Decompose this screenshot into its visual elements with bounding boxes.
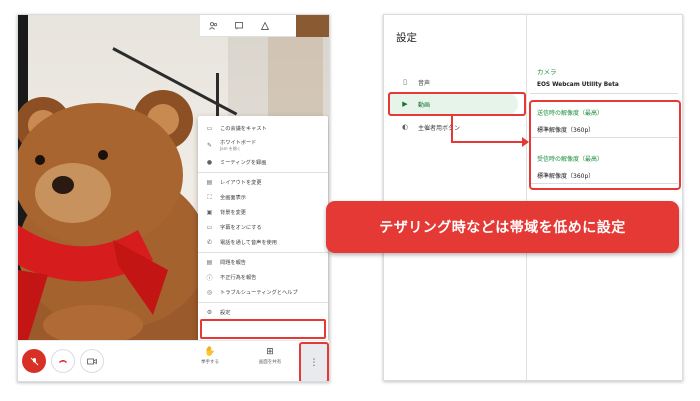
menu-item-whiteboard[interactable]: ✎ ホワイトボード Jam を開く — [198, 136, 328, 155]
menu-item-troubleshoot[interactable]: ◎ トラブルシューティングとヘルプ — [198, 285, 328, 300]
field-underline — [530, 93, 678, 94]
menu-item-label: 字幕をオンにする — [220, 225, 262, 231]
speaker-icon: ▯ — [403, 78, 407, 86]
video-feed: ▭ この会議をキャスト ✎ ホワイトボード Jam を開く ● ミーティングを録画 ▤ レ… — [18, 15, 329, 340]
self-view-thumbnail[interactable] — [296, 15, 329, 37]
hand-icon: ✋ — [204, 347, 216, 357]
menu-item-record[interactable]: ● ミーティングを録画 — [198, 155, 328, 170]
camera-select[interactable]: EOS Webcam Utility Beta — [537, 82, 619, 88]
menu-item-label: 不正行為を報告 — [220, 275, 257, 281]
settings-icon: ⚙ — [206, 309, 213, 316]
present-label: 画面を共有 — [258, 360, 282, 365]
menu-divider — [198, 172, 328, 173]
menu-divider — [198, 252, 328, 253]
cast-icon: ▭ — [206, 125, 213, 132]
mic-off-icon — [30, 357, 38, 365]
menu-item-label: 全画面表示 — [220, 195, 246, 201]
menu-divider — [198, 302, 328, 303]
menu-item-label: 電話を通して音声を使用 — [220, 240, 277, 246]
settings-tab-audio[interactable]: ▯ 音声 — [390, 71, 518, 93]
tutorial-graphic: ▭ この会議をキャスト ✎ ホワイトボード Jam を開く ● ミーティングを録画 ▤ レ… — [0, 0, 700, 401]
more-options-menu: ▭ この会議をキャスト ✎ ホワイトボード Jam を開く ● ミーティングを録画 ▤ レ… — [198, 116, 328, 340]
camera-label: カメラ — [537, 68, 557, 76]
settings-divider — [526, 15, 527, 380]
mic-off-button[interactable] — [22, 349, 46, 373]
video-tab-highlight-box — [388, 92, 526, 116]
meeting-controls-bar: ✋ 挙手する ⊞ 画面を共有 ⋮ — [18, 340, 329, 381]
menu-item-fullscreen[interactable]: ⛶ 全画面表示 — [198, 190, 328, 205]
layout-icon: ▤ — [206, 179, 213, 186]
present-icon: ⊞ — [266, 347, 274, 357]
camera-icon — [87, 358, 97, 364]
activities-icon[interactable] — [252, 15, 278, 37]
menu-item-label: レイアウトを変更 — [220, 180, 262, 186]
settings-tab-label: 主催者用ボタン — [418, 124, 461, 132]
present-now-button[interactable]: ⊞ 画面を共有 — [248, 347, 292, 365]
record-icon: ● — [206, 159, 213, 166]
settings-dialog: 設定 ▯ 音声 ▶ 動画 ◐ 主催者用ボタン カメラ EOS Webcam Ut… — [383, 14, 683, 381]
menu-item-report-abuse[interactable]: ⓘ 不正行為を報告 — [198, 270, 328, 285]
menu-item-label: 問題を報告 — [220, 260, 246, 266]
raise-hand-button[interactable]: ✋ 挙手する — [188, 347, 232, 365]
report-abuse-icon: ⓘ — [206, 275, 213, 282]
whiteboard-icon: ✎ — [206, 142, 213, 149]
hang-up-icon — [59, 360, 67, 363]
settings-tab-host-controls[interactable]: ◐ 主催者用ボタン — [390, 116, 518, 138]
captions-icon: ▭ — [206, 224, 213, 231]
menu-item-label: 設定 — [220, 310, 231, 316]
menu-item-label: ミーティングを録画 — [220, 160, 267, 166]
menu-item-label: 背景を変更 — [220, 210, 246, 216]
meeting-window: ▭ この会議をキャスト ✎ ホワイトボード Jam を開く ● ミーティングを録画 ▤ レ… — [17, 14, 330, 382]
menu-item-settings[interactable]: ⚙ 設定 — [198, 305, 328, 320]
troubleshoot-icon: ◎ — [206, 289, 213, 296]
menu-item-report-problem[interactable]: ▤ 問題を報告 — [198, 255, 328, 270]
camera-button[interactable] — [80, 349, 104, 373]
menu-item-phone-audio[interactable]: ✆ 電話を通して音声を使用 — [198, 235, 328, 250]
menu-item-label: ホワイトボード — [220, 140, 257, 146]
people-icon[interactable] — [200, 15, 226, 37]
more-vert-icon: ⋮ — [309, 357, 319, 368]
chat-icon[interactable] — [226, 15, 252, 37]
menu-item-captions[interactable]: ▭ 字幕をオンにする — [198, 220, 328, 235]
more-options-button[interactable]: ⋮ — [299, 342, 329, 381]
background-icon: ▣ — [206, 209, 213, 216]
menu-item-cast[interactable]: ▭ この会議をキャスト — [198, 121, 328, 136]
menu-item-label: この会議をキャスト — [220, 126, 267, 132]
phone-icon: ✆ — [206, 239, 213, 246]
raise-hand-label: 挙手する — [201, 360, 219, 365]
menu-item-background[interactable]: ▣ 背景を変更 — [198, 205, 328, 220]
settings-tab-label: 音声 — [418, 79, 431, 87]
settings-highlight-box — [200, 319, 326, 339]
toggle-icon: ◐ — [401, 123, 409, 131]
menu-item-label: トラブルシューティングとヘルプ — [220, 290, 298, 296]
menu-item-layout[interactable]: ▤ レイアウトを変更 — [198, 175, 328, 190]
leave-call-button[interactable] — [51, 349, 75, 373]
settings-title: 設定 — [396, 32, 417, 44]
settings-tab-video[interactable]: ▶ 動画 — [388, 92, 526, 116]
fullscreen-icon: ⛶ — [207, 193, 212, 201]
menu-item-sub: Jam を開く — [220, 146, 241, 151]
resolution-highlight-box — [529, 100, 681, 190]
meeting-top-toolbar — [200, 15, 329, 37]
callout-banner: テザリング時などは帯域を低めに設定 — [326, 201, 679, 253]
report-problem-icon: ▤ — [206, 259, 213, 266]
